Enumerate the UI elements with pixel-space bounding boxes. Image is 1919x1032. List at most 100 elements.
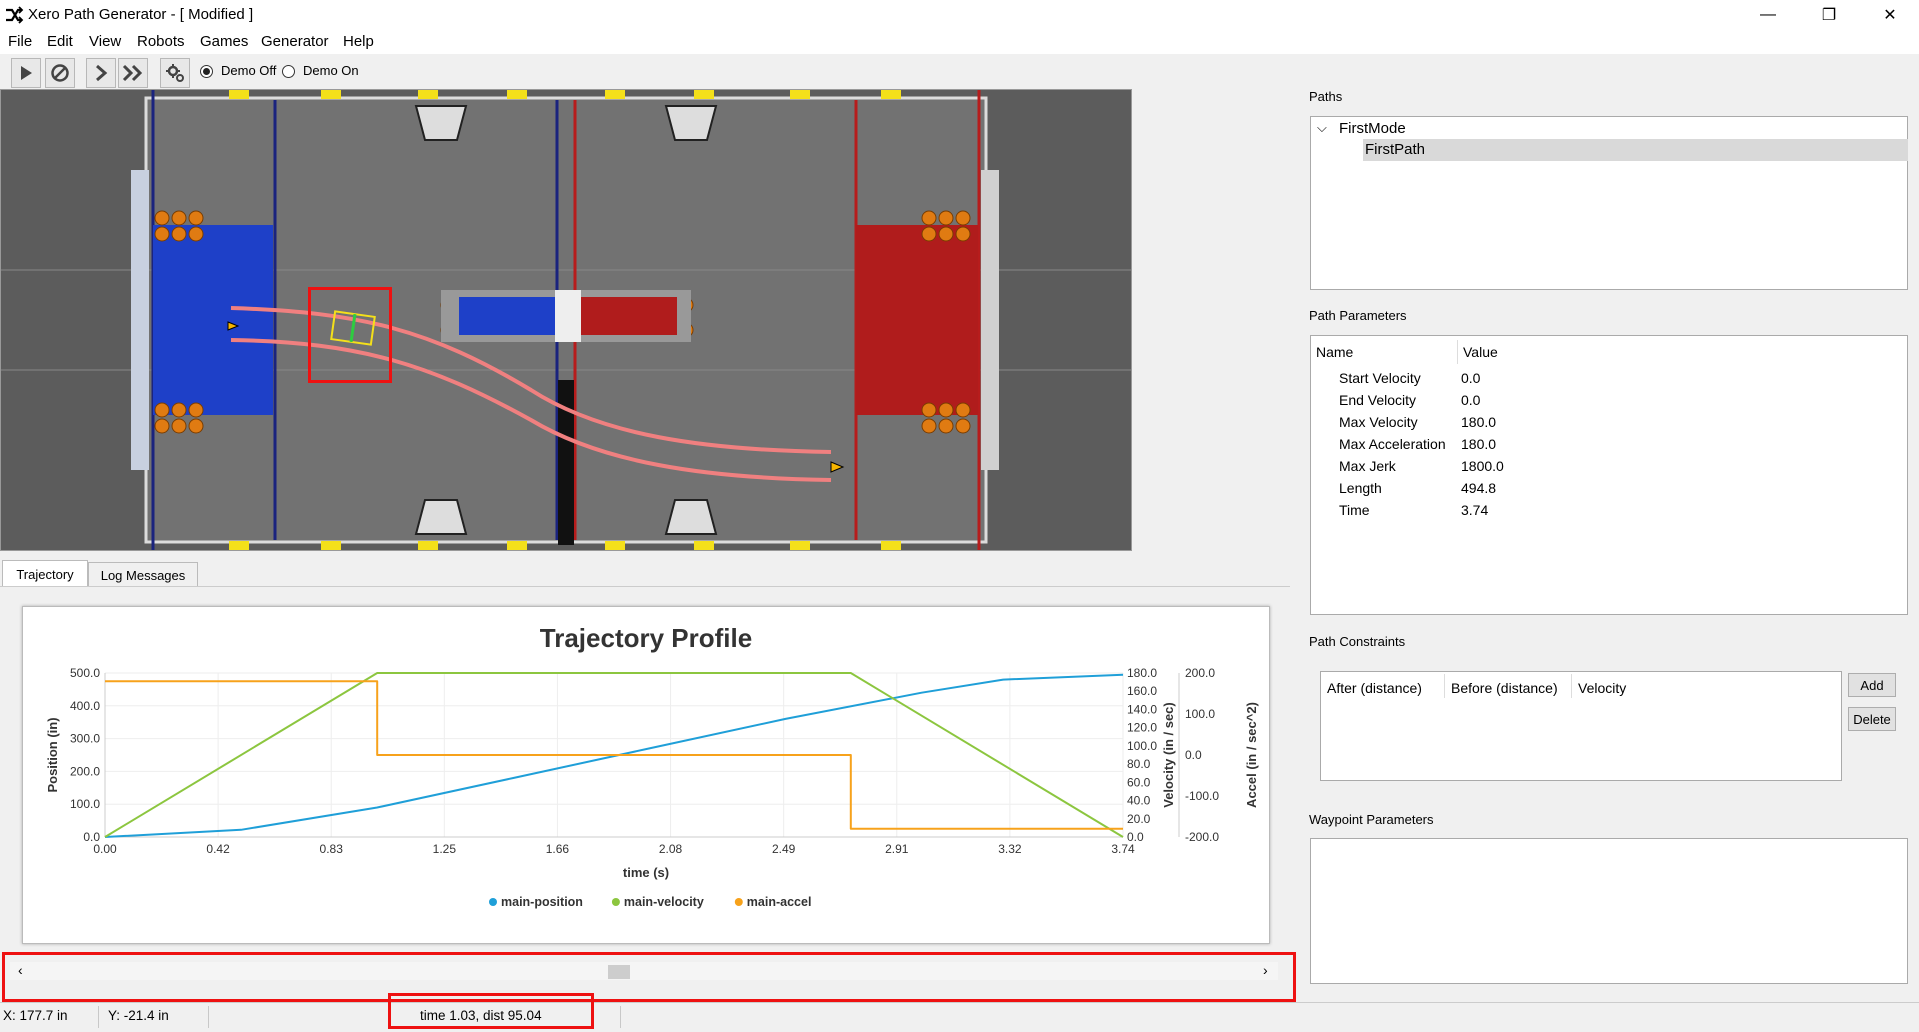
y-tick-label-position: 500.0	[70, 666, 100, 680]
add-constraint-button[interactable]: Add	[1848, 673, 1896, 697]
y-tick-label-velocity: 80.0	[1127, 757, 1151, 771]
chart-title: Trajectory Profile	[540, 623, 752, 653]
fast-forward-icon	[122, 64, 143, 82]
menu-help[interactable]: Help	[343, 33, 374, 50]
y-tick-label-velocity: 120.0	[1127, 721, 1157, 735]
play-button[interactable]	[11, 58, 41, 88]
demo-on-label: Demo On	[303, 63, 359, 78]
toolbar: Demo Off Demo On	[0, 55, 1919, 89]
param-value[interactable]: 180.0	[1461, 436, 1496, 452]
param-value[interactable]: 3.74	[1461, 502, 1488, 518]
demo-on-radio[interactable]	[282, 65, 295, 78]
header-name: Name	[1316, 344, 1354, 360]
x-tick-label: 2.91	[885, 842, 909, 856]
param-value[interactable]: 180.0	[1461, 414, 1496, 430]
close-button[interactable]: ✕	[1867, 0, 1913, 30]
status-bar: X: 177.7 in Y: -21.4 in time 1.03, dist …	[0, 1002, 1919, 1032]
y-tick-label-position: 400.0	[70, 699, 100, 713]
title-bar: Xero Path Generator - [ Modified ] — ❐ ✕	[0, 0, 1919, 30]
y-tick-label-position: 200.0	[70, 764, 100, 778]
status-time-highlight	[388, 993, 594, 1029]
status-divider	[208, 1006, 209, 1028]
expand-chevron-icon[interactable]: ⌵	[1317, 120, 1327, 136]
y-tick-label-velocity: 140.0	[1127, 702, 1157, 716]
field-view[interactable]	[0, 89, 1132, 551]
menu-view[interactable]: View	[89, 33, 121, 50]
legend-marker	[611, 898, 620, 906]
settings-button[interactable]	[160, 58, 190, 88]
param-value[interactable]: 494.8	[1461, 480, 1496, 496]
y-tick-label-velocity: 180.0	[1127, 666, 1157, 680]
path-params-table: Name Value Start Velocity 0.0 End Veloci…	[1310, 335, 1908, 615]
settings-icon	[166, 64, 184, 82]
maximize-button[interactable]: ❐	[1806, 0, 1852, 30]
step-button[interactable]	[86, 58, 116, 88]
column-divider	[1571, 674, 1572, 698]
param-name: Max Jerk	[1339, 458, 1396, 474]
column-divider	[1444, 674, 1445, 698]
scrollbar-highlight	[2, 952, 1296, 1002]
y-tick-label-velocity: 20.0	[1127, 812, 1151, 826]
menu-games[interactable]: Games	[200, 33, 248, 50]
step-icon	[96, 64, 108, 82]
param-name: Time	[1339, 502, 1370, 518]
status-y: Y: -21.4 in	[108, 1008, 169, 1023]
tree-item-firstpath[interactable]: FirstPath	[1365, 141, 1425, 158]
header-value: Value	[1463, 344, 1498, 360]
play-icon	[21, 66, 32, 80]
x-tick-label: 0.83	[320, 842, 344, 856]
header-before-distance: Before (distance)	[1451, 680, 1558, 696]
param-name: Max Velocity	[1339, 414, 1418, 430]
status-divider	[98, 1006, 99, 1028]
demo-off-radio[interactable]	[200, 65, 213, 78]
x-tick-label: 3.74	[1111, 842, 1135, 856]
header-velocity: Velocity	[1578, 680, 1627, 696]
y-tick-label-accel: -200.0	[1185, 830, 1219, 844]
y-tick-label-accel: -100.0	[1185, 789, 1219, 803]
y-tick-label-velocity: 40.0	[1127, 794, 1151, 808]
menu-robots[interactable]: Robots	[137, 33, 185, 50]
param-value[interactable]: 0.0	[1461, 370, 1480, 386]
y-tick-label-velocity: 60.0	[1127, 775, 1151, 789]
series-line-main-accel	[105, 680, 1123, 830]
minimize-button[interactable]: —	[1745, 0, 1791, 30]
legend-label: main-velocity	[624, 895, 704, 909]
y-axis-label-velocity: Velocity (in / sec)	[1161, 702, 1176, 808]
y-tick-label-position: 0.0	[83, 830, 100, 844]
legend-label: main-accel	[747, 895, 812, 909]
stop-button[interactable]	[45, 58, 75, 88]
status-x: X: 177.7 in	[3, 1008, 68, 1023]
param-value[interactable]: 1800.0	[1461, 458, 1504, 474]
menu-file[interactable]: File	[8, 33, 32, 50]
window-title: Xero Path Generator - [ Modified ]	[28, 6, 254, 23]
param-name: Start Velocity	[1339, 370, 1421, 386]
constraints-table[interactable]: After (distance) Before (distance) Veloc…	[1320, 671, 1842, 781]
y-tick-label-accel: 0.0	[1185, 748, 1202, 762]
y-axis-label-position: Position (in)	[45, 717, 60, 792]
fast-forward-button[interactable]	[118, 58, 148, 88]
x-tick-label: 2.08	[659, 842, 683, 856]
path-params-label: Path Parameters	[1309, 308, 1407, 323]
tab-log-messages[interactable]: Log Messages	[88, 562, 198, 587]
menu-edit[interactable]: Edit	[47, 33, 73, 50]
paths-tree[interactable]: ⌵ FirstMode FirstPath	[1310, 116, 1908, 290]
waypoint-params-table	[1310, 838, 1908, 984]
legend-marker	[734, 898, 743, 906]
param-value[interactable]: 0.0	[1461, 392, 1480, 408]
tab-trajectory[interactable]: Trajectory	[2, 560, 88, 587]
tree-item-selected[interactable]: FirstPath	[1363, 139, 1908, 161]
y-tick-label-position: 300.0	[70, 732, 100, 746]
delete-constraint-button[interactable]: Delete	[1848, 707, 1896, 731]
y-tick-label-position: 100.0	[70, 797, 100, 811]
x-tick-label: 0.00	[93, 842, 117, 856]
x-tick-label: 1.66	[546, 842, 570, 856]
menu-bar: File Edit View Robots Games Generator He…	[0, 30, 1919, 54]
x-tick-label: 3.32	[998, 842, 1022, 856]
trajectory-chart: Trajectory Profile 0.00 0.42 0.83 1.25 1.66 2.…	[22, 606, 1270, 944]
paths-label: Paths	[1309, 89, 1343, 104]
x-tick-label: 1.25	[433, 842, 457, 856]
menu-generator[interactable]: Generator	[261, 33, 329, 50]
tree-group-firstmode[interactable]: FirstMode	[1339, 120, 1406, 137]
y-tick-label-velocity: 100.0	[1127, 739, 1157, 753]
y-tick-label-accel: 100.0	[1185, 707, 1215, 721]
